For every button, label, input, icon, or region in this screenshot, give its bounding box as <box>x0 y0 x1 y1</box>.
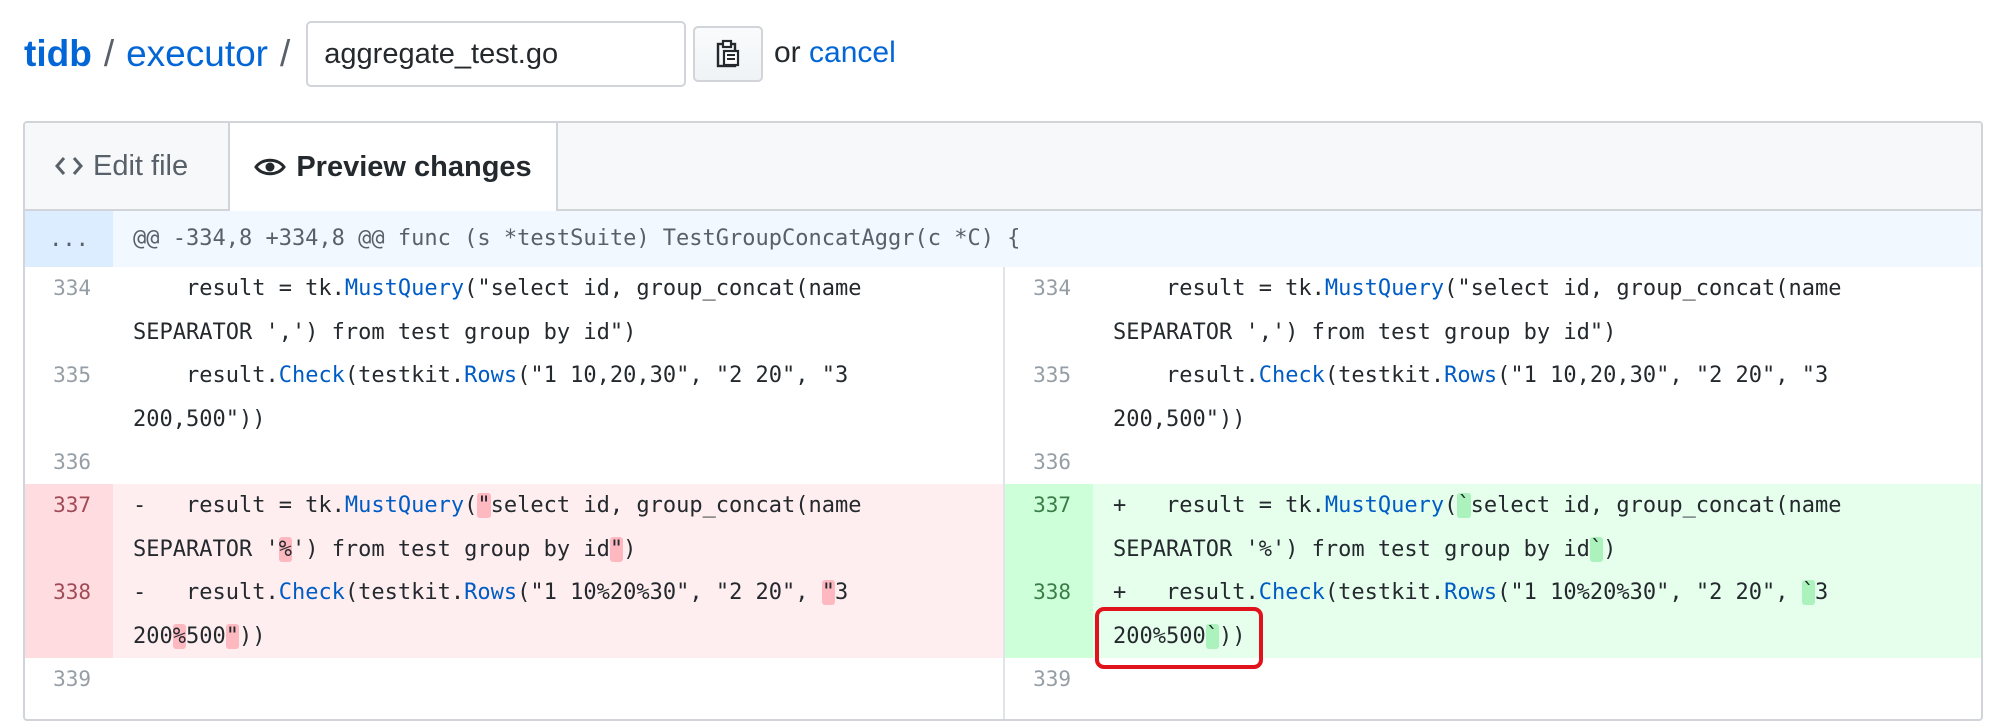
diff-row: 335 result.Check(testkit.Rows("1 10,20,3… <box>1005 354 1981 441</box>
code-line: result = tk.MustQuery("select id, group_… <box>1113 276 1842 345</box>
line-number[interactable]: 337 <box>25 484 113 571</box>
diff-row: 334 result = tk.MustQuery("select id, gr… <box>1005 267 1981 354</box>
filename-input[interactable] <box>306 21 687 87</box>
code-line: result = tk.MustQuery("select id, group_… <box>133 276 862 345</box>
editor-tabs: Edit file Preview changes <box>25 123 1981 211</box>
expand-hunk-button[interactable]: ... <box>25 211 113 267</box>
clipboard-icon <box>716 39 740 68</box>
line-number[interactable]: 336 <box>1005 441 1093 484</box>
breadcrumb: tidb / executor / <box>24 18 687 90</box>
highlight-annotation <box>1095 607 1263 669</box>
breadcrumb-separator: / <box>103 33 115 74</box>
diff-row: 334 result = tk.MustQuery("select id, gr… <box>25 267 1003 354</box>
code-line: result.Check(testkit.Rows("1 10,20,30", … <box>1113 363 1829 432</box>
line-number[interactable]: 339 <box>25 658 113 701</box>
diff-row: 335 result.Check(testkit.Rows("1 10,20,3… <box>25 354 1003 441</box>
hunk-header: @@ -334,8 +334,8 @@ func (s *testSuite) … <box>133 226 1021 251</box>
copy-path-button[interactable] <box>693 26 763 82</box>
line-number[interactable]: 337 <box>1005 484 1093 571</box>
or-label: or <box>774 36 801 69</box>
line-number[interactable]: 338 <box>25 571 113 658</box>
file-editor: Edit file Preview changes ... @@ -334,8 … <box>23 121 1983 721</box>
diff-row-deletion: 338 - result.Check(testkit.Rows("1 10%20… <box>25 571 1003 658</box>
diff-row: 339 <box>25 658 1003 701</box>
line-number[interactable]: 338 <box>1005 571 1093 658</box>
breadcrumb-owner-link[interactable]: tidb <box>24 33 92 75</box>
cancel-area: or cancel <box>774 36 896 70</box>
line-number[interactable]: 336 <box>25 441 113 484</box>
hunk-header-row: ... @@ -334,8 +334,8 @@ func (s *testSui… <box>25 211 1981 267</box>
cancel-link[interactable]: cancel <box>809 36 896 69</box>
line-number[interactable]: 334 <box>25 267 113 354</box>
diff-row-deletion: 337 - result = tk.MustQuery("select id, … <box>25 484 1003 571</box>
code-line: - result.Check(testkit.Rows("1 10%20%30"… <box>133 580 849 649</box>
code-line: + result = tk.MustQuery(`select id, grou… <box>1113 493 1842 562</box>
tab-edit-file-label: Edit file <box>93 149 189 182</box>
tab-preview-changes[interactable]: Preview changes <box>228 123 558 211</box>
code-line: - result = tk.MustQuery("select id, grou… <box>133 493 862 562</box>
line-number[interactable]: 334 <box>1005 267 1093 354</box>
diff-row: 336 <box>25 441 1003 484</box>
line-number[interactable]: 335 <box>1005 354 1093 441</box>
breadcrumb-repo-link[interactable]: executor <box>126 33 268 75</box>
diff-left-side: 334 result = tk.MustQuery("select id, gr… <box>25 267 1003 719</box>
line-number[interactable]: 335 <box>25 354 113 441</box>
tab-preview-changes-label: Preview changes <box>296 150 532 183</box>
tab-edit-file[interactable]: Edit file <box>55 123 188 209</box>
eye-icon <box>254 156 287 178</box>
code-line: result.Check(testkit.Rows("1 10,20,30", … <box>133 363 849 432</box>
diff-row-addition: 337 + result = tk.MustQuery(`select id, … <box>1005 484 1981 571</box>
line-number[interactable]: 339 <box>1005 658 1093 701</box>
diff-row: 336 <box>1005 441 1981 484</box>
breadcrumb-separator: / <box>280 33 291 74</box>
code-icon <box>55 155 83 177</box>
